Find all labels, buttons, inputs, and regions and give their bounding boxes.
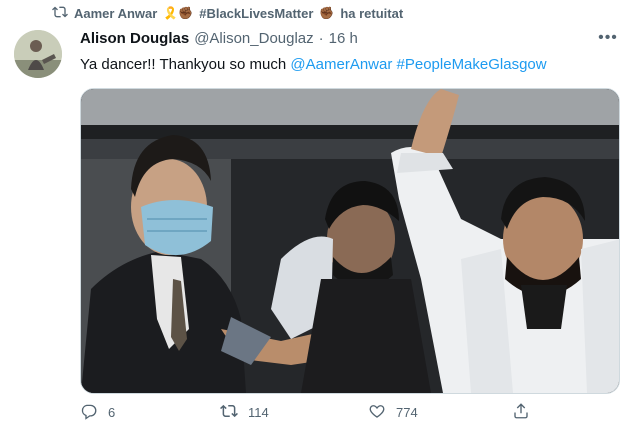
retweeter-hashtag[interactable]: #BlackLivesMatter: [199, 6, 313, 21]
tweet-header: Alison Douglas @Alison_Douglaz · 16 h: [80, 30, 358, 47]
tweet-actions: 6 114 774: [80, 402, 540, 426]
retweeter-trailing-emoji: ✊🏾: [319, 6, 335, 20]
retweeter-emojis: 🎗️✊🏾: [163, 6, 194, 20]
retweeter-name[interactable]: Aamer Anwar: [74, 6, 157, 21]
tweet-photo[interactable]: [80, 88, 620, 394]
hashtag-link[interactable]: #PeopleMakeGlasgow: [397, 56, 547, 73]
retweet-suffix: ha retuitat: [340, 5, 404, 21]
more-horizontal-icon[interactable]: •••: [594, 28, 622, 48]
mention-link[interactable]: @AamerAnwar: [290, 56, 392, 73]
author-handle[interactable]: @Alison_Douglaz: [194, 30, 313, 47]
like-count: 774: [396, 405, 418, 420]
author-display-name[interactable]: Alison Douglas: [80, 30, 189, 47]
tweet-text: Ya dancer!! Thankyou so much @AamerAnwar…: [80, 56, 547, 73]
retweet-context: Aamer Anwar 🎗️✊🏾 #BlackLivesMatter ✊🏾 ha…: [52, 4, 403, 22]
tweet-text-plain: Ya dancer!! Thankyou so much: [80, 56, 291, 73]
tweet-timestamp[interactable]: 16 h: [329, 30, 358, 47]
header-separator: ·: [318, 30, 324, 47]
retweet-icon: [52, 4, 68, 23]
avatar[interactable]: [14, 30, 62, 78]
retweet-count: 114: [248, 405, 269, 420]
reply-count: 6: [108, 405, 116, 420]
